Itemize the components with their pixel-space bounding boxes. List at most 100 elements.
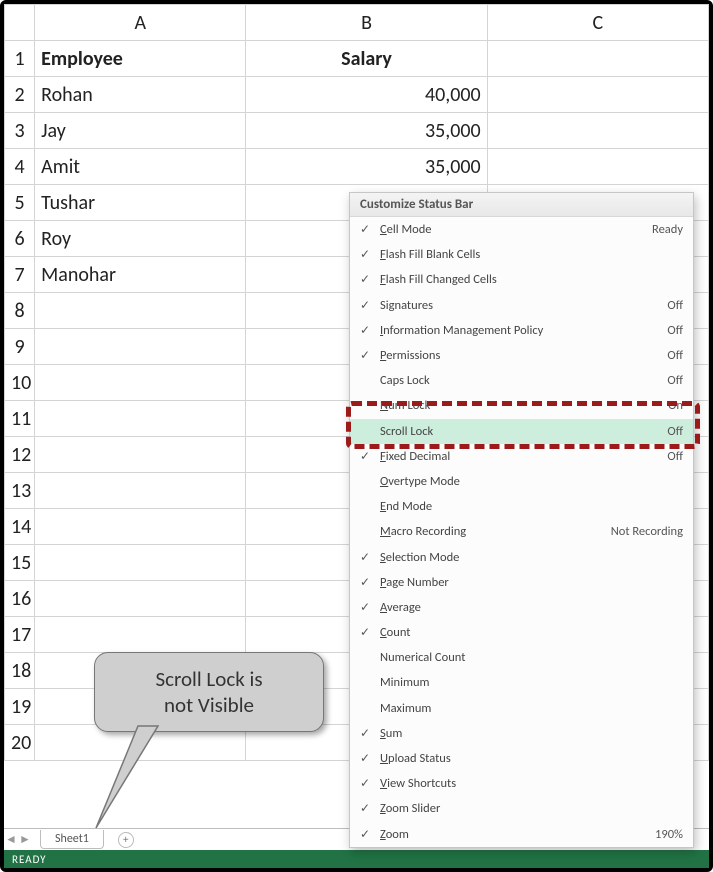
ctx-item[interactable]: ✓Page Number: [350, 570, 693, 595]
cell-A2[interactable]: Rohan: [35, 77, 246, 113]
cell-A7[interactable]: Manohar: [35, 257, 246, 293]
ctx-item-label: Minimum: [374, 675, 683, 690]
row-header-4[interactable]: 4: [5, 149, 35, 185]
ctx-item[interactable]: Numerical Count: [350, 645, 693, 670]
ctx-item[interactable]: Caps LockOff: [350, 368, 693, 393]
check-icon: ✓: [356, 449, 374, 464]
cell-C3[interactable]: [487, 113, 708, 149]
check-icon: ✓: [356, 625, 374, 640]
ctx-item[interactable]: ✓Selection Mode: [350, 544, 693, 569]
add-sheet-button[interactable]: +: [118, 832, 134, 848]
status-ready-label: READY: [12, 853, 47, 866]
row-header-14[interactable]: 14: [5, 509, 35, 545]
customize-status-bar-menu[interactable]: Customize Status Bar ✓Cell ModeReady✓Fla…: [349, 192, 694, 848]
tab-nav-prev-icon[interactable]: ◄: [4, 832, 18, 847]
ctx-item-label: Sum: [374, 726, 683, 741]
ctx-item[interactable]: Scroll LockOff: [350, 419, 693, 444]
ctx-item[interactable]: Overtype Mode: [350, 469, 693, 494]
ctx-item-value: On: [668, 398, 683, 413]
check-icon: ✓: [356, 272, 374, 287]
tab-nav-next-icon[interactable]: ►: [18, 832, 32, 847]
cell-B1[interactable]: Salary: [246, 41, 487, 77]
ctx-item[interactable]: ✓Flash Fill Blank Cells: [350, 242, 693, 267]
column-header-row: A B C: [5, 5, 709, 41]
cell-C1[interactable]: [487, 41, 708, 77]
cell-A3[interactable]: Jay: [35, 113, 246, 149]
row-header-3[interactable]: 3: [5, 113, 35, 149]
ctx-item[interactable]: ✓Fixed DecimalOff: [350, 444, 693, 469]
row-header-5[interactable]: 5: [5, 185, 35, 221]
ctx-item[interactable]: Macro RecordingNot Recording: [350, 519, 693, 544]
cell-B2[interactable]: 40,000: [246, 77, 487, 113]
check-icon: ✓: [356, 298, 374, 313]
ctx-item-label: Macro Recording: [374, 524, 611, 539]
ctx-item[interactable]: End Mode: [350, 494, 693, 519]
cell-A4[interactable]: Amit: [35, 149, 246, 185]
ctx-item[interactable]: Maximum: [350, 696, 693, 721]
col-header-B[interactable]: B: [246, 5, 487, 41]
cell-B3[interactable]: 35,000: [246, 113, 487, 149]
cell-A6[interactable]: Roy: [35, 221, 246, 257]
ctx-item[interactable]: Num LockOn: [350, 393, 693, 418]
row-header-20[interactable]: 20: [5, 725, 35, 761]
ctx-item-label: Selection Mode: [374, 550, 683, 565]
ctx-item[interactable]: ✓Information Management PolicyOff: [350, 318, 693, 343]
ctx-item[interactable]: ✓Flash Fill Changed Cells: [350, 267, 693, 292]
row-header-19[interactable]: 19: [5, 689, 35, 725]
col-header-A[interactable]: A: [35, 5, 246, 41]
check-icon: ✓: [356, 348, 374, 363]
check-icon: ✓: [356, 726, 374, 741]
select-all-corner[interactable]: [5, 5, 35, 41]
ctx-item-label: Permissions: [374, 348, 667, 363]
ctx-item[interactable]: ✓Average: [350, 595, 693, 620]
row-header-16[interactable]: 16: [5, 581, 35, 617]
ctx-item-label: Average: [374, 600, 683, 615]
row-header-17[interactable]: 17: [5, 617, 35, 653]
sheet-tab-sheet1[interactable]: Sheet1: [40, 830, 104, 849]
cell-C2[interactable]: [487, 77, 708, 113]
ctx-item[interactable]: ✓Zoom190%: [350, 822, 693, 847]
ctx-item-label: Count: [374, 625, 683, 640]
ctx-item[interactable]: Minimum: [350, 670, 693, 695]
ctx-item[interactable]: ✓Count: [350, 620, 693, 645]
ctx-item-label: View Shortcuts: [374, 776, 683, 791]
ctx-item[interactable]: ✓Sum: [350, 721, 693, 746]
cell-A1[interactable]: Employee: [35, 41, 246, 77]
context-menu-title: Customize Status Bar: [350, 193, 693, 217]
row-header-11[interactable]: 11: [5, 401, 35, 437]
check-icon: ✓: [356, 323, 374, 338]
row-header-2[interactable]: 2: [5, 77, 35, 113]
ctx-item[interactable]: ✓Upload Status: [350, 746, 693, 771]
row-header-7[interactable]: 7: [5, 257, 35, 293]
ctx-item-label: Flash Fill Changed Cells: [374, 272, 683, 287]
row-header-8[interactable]: 8: [5, 293, 35, 329]
cell-C4[interactable]: [487, 149, 708, 185]
row-header-13[interactable]: 13: [5, 473, 35, 509]
row-header-18[interactable]: 18: [5, 653, 35, 689]
row-header-12[interactable]: 12: [5, 437, 35, 473]
row-header-10[interactable]: 10: [5, 365, 35, 401]
callout-annotation: Scroll Lock is not Visible: [94, 652, 324, 742]
ctx-item[interactable]: ✓View Shortcuts: [350, 771, 693, 796]
ctx-item-label: Information Management Policy: [374, 323, 667, 338]
ctx-item-value: Off: [667, 348, 683, 363]
ctx-item[interactable]: ✓SignaturesOff: [350, 293, 693, 318]
row-header-6[interactable]: 6: [5, 221, 35, 257]
cell-B4[interactable]: 35,000: [246, 149, 487, 185]
ctx-item-label: Zoom: [374, 827, 655, 842]
cell-A5[interactable]: Tushar: [35, 185, 246, 221]
ctx-item[interactable]: ✓Zoom Slider: [350, 796, 693, 821]
check-icon: ✓: [356, 600, 374, 615]
col-header-C[interactable]: C: [487, 5, 708, 41]
row-header-1[interactable]: 1: [5, 41, 35, 77]
ctx-item-label: Signatures: [374, 298, 667, 313]
check-icon: ✓: [356, 247, 374, 262]
ctx-item[interactable]: ✓Cell ModeReady: [350, 217, 693, 242]
ctx-item-label: Flash Fill Blank Cells: [374, 247, 683, 262]
check-icon: ✓: [356, 827, 374, 842]
row-header-15[interactable]: 15: [5, 545, 35, 581]
ctx-item[interactable]: ✓PermissionsOff: [350, 343, 693, 368]
row-header-9[interactable]: 9: [5, 329, 35, 365]
status-bar[interactable]: READY: [4, 850, 709, 868]
callout-line1: Scroll Lock is: [155, 666, 262, 692]
